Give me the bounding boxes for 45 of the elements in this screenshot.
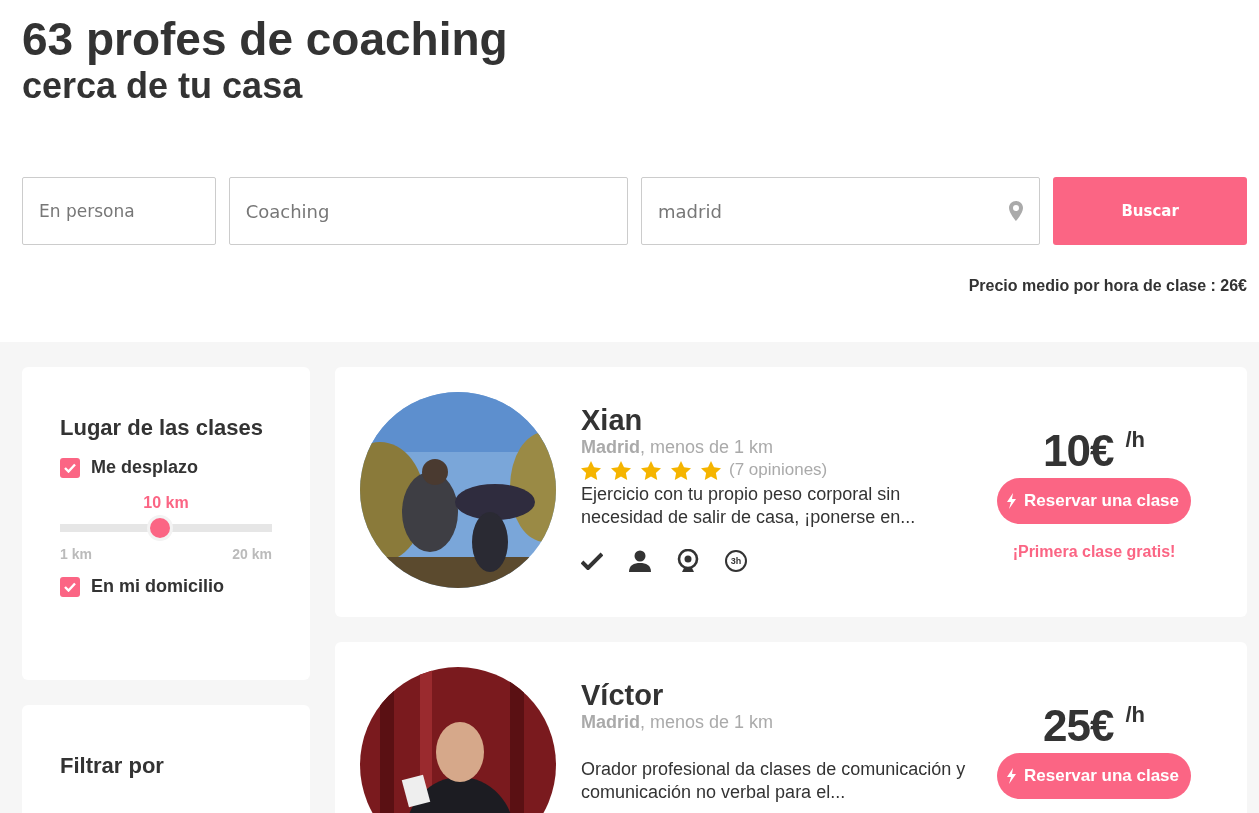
book-button[interactable]: Reservar una clase <box>997 753 1191 799</box>
slider-handle[interactable] <box>149 518 170 538</box>
tutor-name: Víctor <box>581 679 664 711</box>
star-icon <box>671 460 691 480</box>
search-button[interactable]: Buscar <box>1053 177 1247 245</box>
star-icon <box>611 460 631 480</box>
slider-min: 1 km <box>60 546 92 562</box>
page-title: 63 profes de coaching <box>22 12 509 66</box>
duration-badge: 3h <box>725 550 747 572</box>
checkbox-label: En mi domicilio <box>91 576 224 597</box>
lightning-icon <box>1007 768 1016 784</box>
filter-title: Filtrar por <box>60 753 165 779</box>
filter-title: Lugar de las clases <box>60 415 264 441</box>
check-icon <box>64 462 76 473</box>
price-unit: /h <box>1125 702 1145 728</box>
tutor-name: Xian <box>581 404 643 436</box>
tutor-location: Madrid, menos de 1 km <box>581 436 775 458</box>
mode-dropdown[interactable]: En persona <box>22 177 216 245</box>
hourly-price: 10€ <box>1043 427 1114 475</box>
hourly-price: 25€ <box>1043 702 1114 750</box>
checkbox[interactable] <box>60 576 80 597</box>
person-icon <box>629 550 651 572</box>
star-icon <box>701 460 721 480</box>
average-price: Precio medio por hora de clase : 26€ <box>968 277 1247 295</box>
lightning-icon <box>1007 493 1016 509</box>
slider-max: 20 km <box>232 546 272 562</box>
tutor-description: Ejercicio con tu propio peso corporal sin necesidad de salir de casa, ¡ponerse en... <box>581 483 917 529</box>
price-unit: /h <box>1125 427 1145 453</box>
review-count: (7 opiniones) <box>729 460 828 480</box>
page-subtitle: cerca de tu casa <box>22 66 304 106</box>
tutor-location: Madrid, menos de 1 km <box>581 711 775 733</box>
check-icon <box>581 552 603 570</box>
webcam-icon <box>677 549 699 573</box>
promo-text: ¡Primera clase gratis! <box>1012 543 1176 561</box>
distance-reading: 10 km <box>143 494 189 511</box>
tutor-description: Orador profesional da clases de comunicación y comunicación no verbal para el... <box>581 758 966 804</box>
check-icon <box>64 581 76 592</box>
subject-field[interactable]: Coaching <box>228 177 628 245</box>
location-field[interactable]: madrid <box>641 177 1041 245</box>
star-icon <box>581 460 601 480</box>
checkbox-label: Me desplazo <box>91 457 199 478</box>
location-pin-icon <box>1009 201 1024 221</box>
book-button[interactable]: Reservar una clase <box>997 478 1191 524</box>
checkbox[interactable] <box>60 457 80 478</box>
star-icon <box>641 460 661 480</box>
